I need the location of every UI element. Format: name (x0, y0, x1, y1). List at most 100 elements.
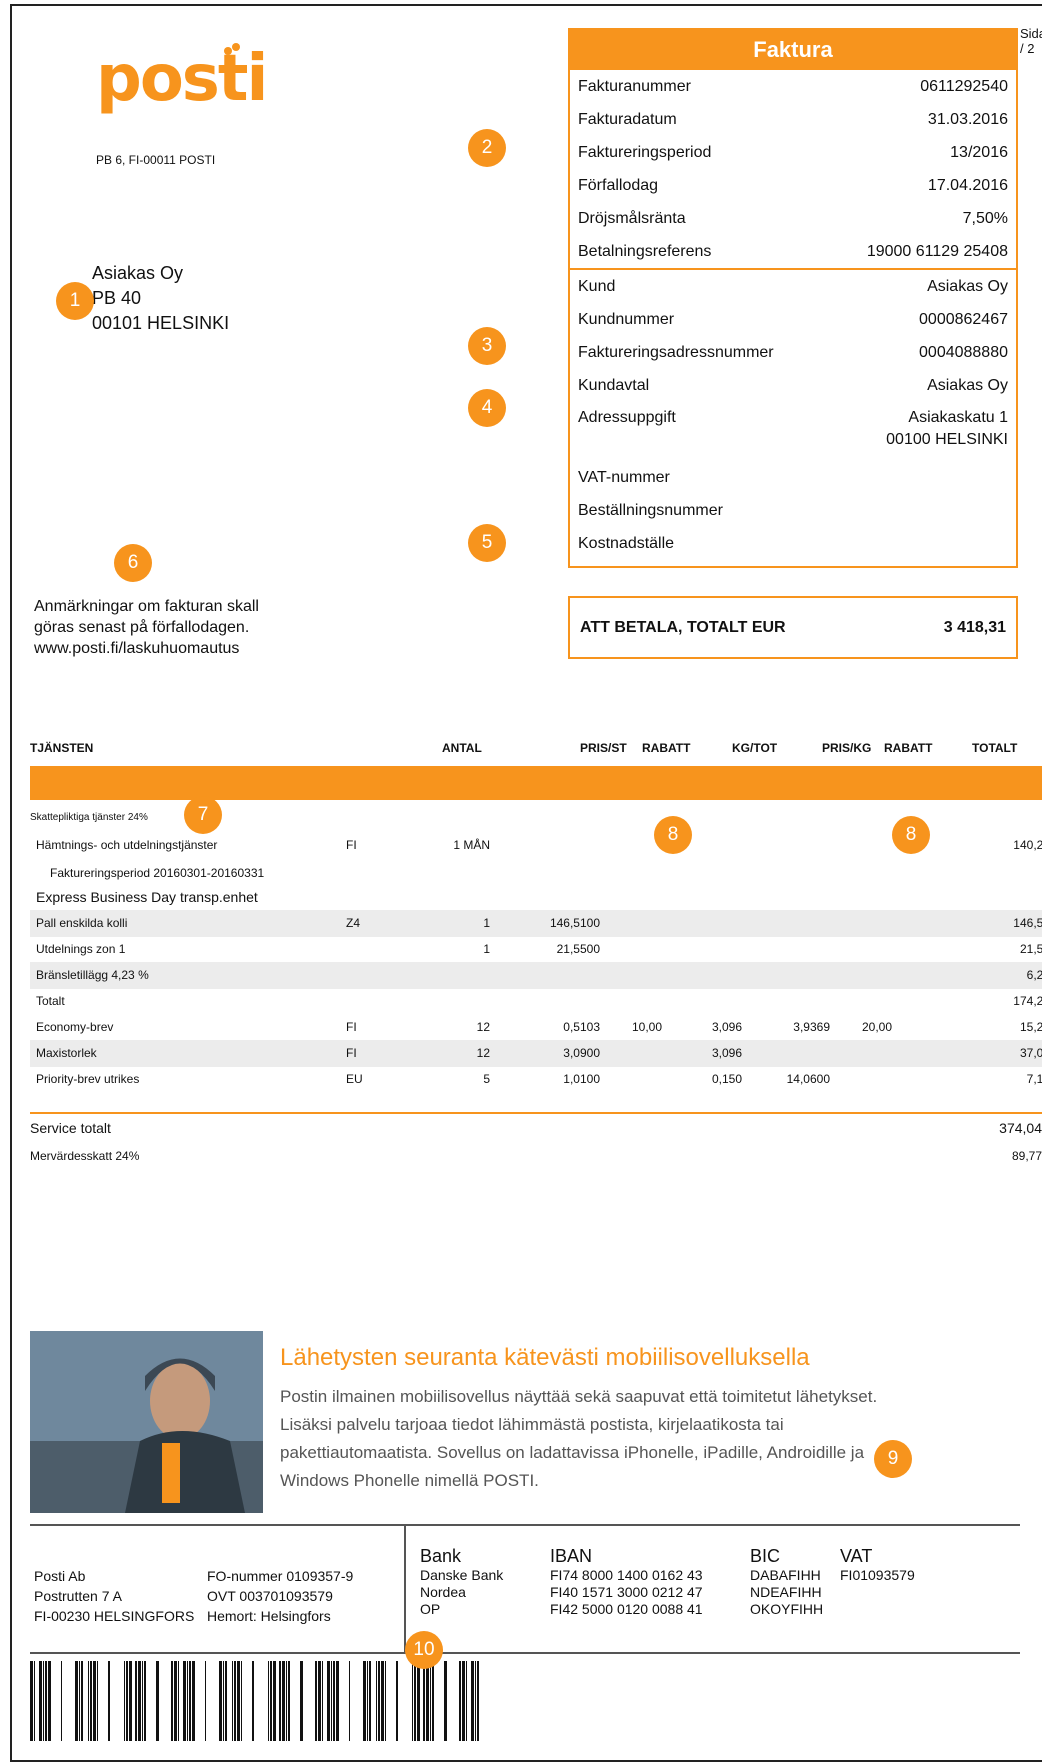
extra-info-row: Beställningsnummer (578, 502, 723, 519)
tax-label: Skattepliktiga tjänster 24% (30, 812, 148, 823)
extra-info-row: Kostnadställe (578, 535, 675, 552)
col-service: TJÄNSTEN (30, 741, 94, 755)
barcode-bar (381, 1661, 384, 1741)
barcode-bar (477, 1661, 479, 1741)
table-cell-qty: 1 (483, 942, 490, 956)
barcode (30, 1661, 479, 1741)
table-cell-service: Faktureringsperiod 20160301-20160331 (50, 866, 265, 880)
barcode-bar (318, 1661, 321, 1741)
table-cell-total: 37,08 (1019, 1046, 1042, 1060)
service-total-value: 374,04 (999, 1120, 1042, 1136)
barcode-bar (81, 1661, 83, 1741)
barcode-bar (300, 1661, 303, 1741)
barcode-bar (223, 1661, 224, 1741)
sender-address: PB 6, FI-00011 POSTI (96, 153, 216, 167)
col-total: TOTALT (972, 741, 1018, 755)
barcode-bar (241, 1661, 242, 1741)
table-row: Faktureringsperiod 20160301-20160331 (30, 860, 1042, 887)
table-cell-code: Z4 (346, 916, 361, 930)
barcode-bar (466, 1661, 467, 1741)
barcode-bar (268, 1661, 269, 1741)
barcode-bar (75, 1661, 78, 1741)
table-cell-total: 7,16 (1026, 1072, 1042, 1086)
barcode-bar (279, 1661, 281, 1741)
service-total-label: Service totalt (30, 1120, 111, 1136)
barcode-bar (331, 1661, 332, 1741)
barcode-bar (183, 1661, 186, 1741)
callout-badge-10: 10 (405, 1631, 443, 1669)
barcode-bar (93, 1661, 96, 1741)
barcode-bar (367, 1661, 368, 1741)
extra-info-row: VAT-nummer (578, 469, 670, 486)
barcode-bar (156, 1661, 159, 1741)
page-number: Sida 1 / 2 (1020, 26, 1042, 56)
barcode-bar (61, 1661, 62, 1741)
table-cell-code: FI (346, 838, 357, 852)
table-row: Utdelnings zon 1 1 21,5500 21,55 (30, 936, 1042, 963)
customer-info-row: Kundnummer 0000862467 (578, 311, 1008, 328)
barcode-bar (363, 1661, 366, 1741)
col-price: PRIS/ST (580, 741, 627, 755)
customer-info-row: Kundavtal Asiakas Oy (578, 377, 1008, 394)
table-row: Hämtnings- och utdelningstjänster FI 1 MÅN… (30, 832, 1042, 859)
table-cell-qty: 1 (483, 916, 490, 930)
barcode-bar (178, 1661, 179, 1741)
table-cell-code: EU (346, 1072, 363, 1086)
barcode-bar (171, 1661, 173, 1741)
table-cell-total: 15,26 (1019, 1020, 1042, 1034)
table-cell-disc2: 20,00 (861, 1020, 892, 1034)
barcode-bar (174, 1661, 177, 1741)
barcode-bar (378, 1661, 380, 1741)
barcode-bar (396, 1661, 398, 1741)
remarks-note: Anmärkningar om fakturan skall göras sen… (34, 598, 259, 657)
col-discount-2: RABATT (884, 741, 933, 755)
barcode-bar (423, 1661, 425, 1741)
callout-badge-3: 3 (468, 327, 506, 365)
address-row: Adressuppgift Asiakaskatu 1 00100 HELSIN… (578, 409, 1008, 448)
table-cell-qty: 12 (476, 1020, 490, 1034)
barcode-bar (39, 1661, 42, 1741)
table-cell-qty: 12 (476, 1046, 490, 1060)
callout-badge-8a: 8 (654, 816, 692, 854)
invoice-info-box: Faktura Fakturanummer 0611292540 Fakturada… (568, 28, 1018, 568)
table-row: Pall enskilda kolli Z4 1 146,5100 146,51 (30, 910, 1042, 937)
invoice-info-row: Fakturanummer 0611292540 (578, 78, 1008, 95)
barcode-bar (129, 1661, 132, 1741)
barcode-bar (30, 1661, 33, 1741)
table-row: Economy-brev FI 12 0,5103 10,00 3,096 3,9369 20… (30, 1014, 1042, 1041)
barcode-bar (376, 1661, 377, 1741)
table-row: Priority-brev utrikes EU 5 1,0100 0,150 14,06… (30, 1066, 1042, 1093)
table-cell-total: 140,28 (1013, 838, 1042, 852)
invoice-info-row: Dröjsmålsränta 7,50% (578, 210, 1008, 227)
table-cell-total: 6,20 (1026, 968, 1042, 982)
col-price-kg: PRIS/KG (822, 741, 872, 755)
table-cell-service: Economy-brev (36, 1020, 114, 1034)
bank-column: Bank Danske Bank Nordea OP (420, 1546, 504, 1617)
barcode-bar (126, 1661, 128, 1741)
barcode-bar (234, 1661, 236, 1741)
invoice-info-row: Faktureringsperiod 13/2016 (578, 144, 1008, 161)
table-cell-service: Maxistorlek (36, 1046, 97, 1060)
barcode-bar (34, 1661, 35, 1741)
barcode-bar (237, 1661, 240, 1741)
logo-sprout-icon (224, 43, 240, 55)
table-cell-disc: 10,00 (631, 1020, 662, 1034)
barcode-bar (48, 1661, 51, 1741)
barcode-bar (475, 1661, 476, 1741)
barcode-bar (462, 1661, 465, 1741)
iban-column: IBAN FI74 8000 1400 0162 43 FI40 1571 30… (550, 1546, 703, 1617)
barcode-bar (79, 1661, 80, 1741)
amount-due-box: ATT BETALA, TOTALT EUR 3 418,31 (568, 596, 1018, 659)
col-qty: ANTAL (442, 741, 482, 755)
barcode-bar (417, 1661, 420, 1741)
table-cell-service: Pall enskilda kolli (36, 916, 128, 930)
barcode-bar (432, 1661, 434, 1741)
table-row: Totalt 174,26 (30, 988, 1042, 1015)
table-cell-total: 21,55 (1019, 942, 1042, 956)
barcode-bar (124, 1661, 125, 1741)
barcode-bar (45, 1661, 47, 1741)
barcode-bar (426, 1661, 429, 1741)
barcode-bar (43, 1661, 44, 1741)
table-cell-kg: 0,150 (711, 1072, 742, 1086)
barcode-bar (205, 1661, 206, 1741)
